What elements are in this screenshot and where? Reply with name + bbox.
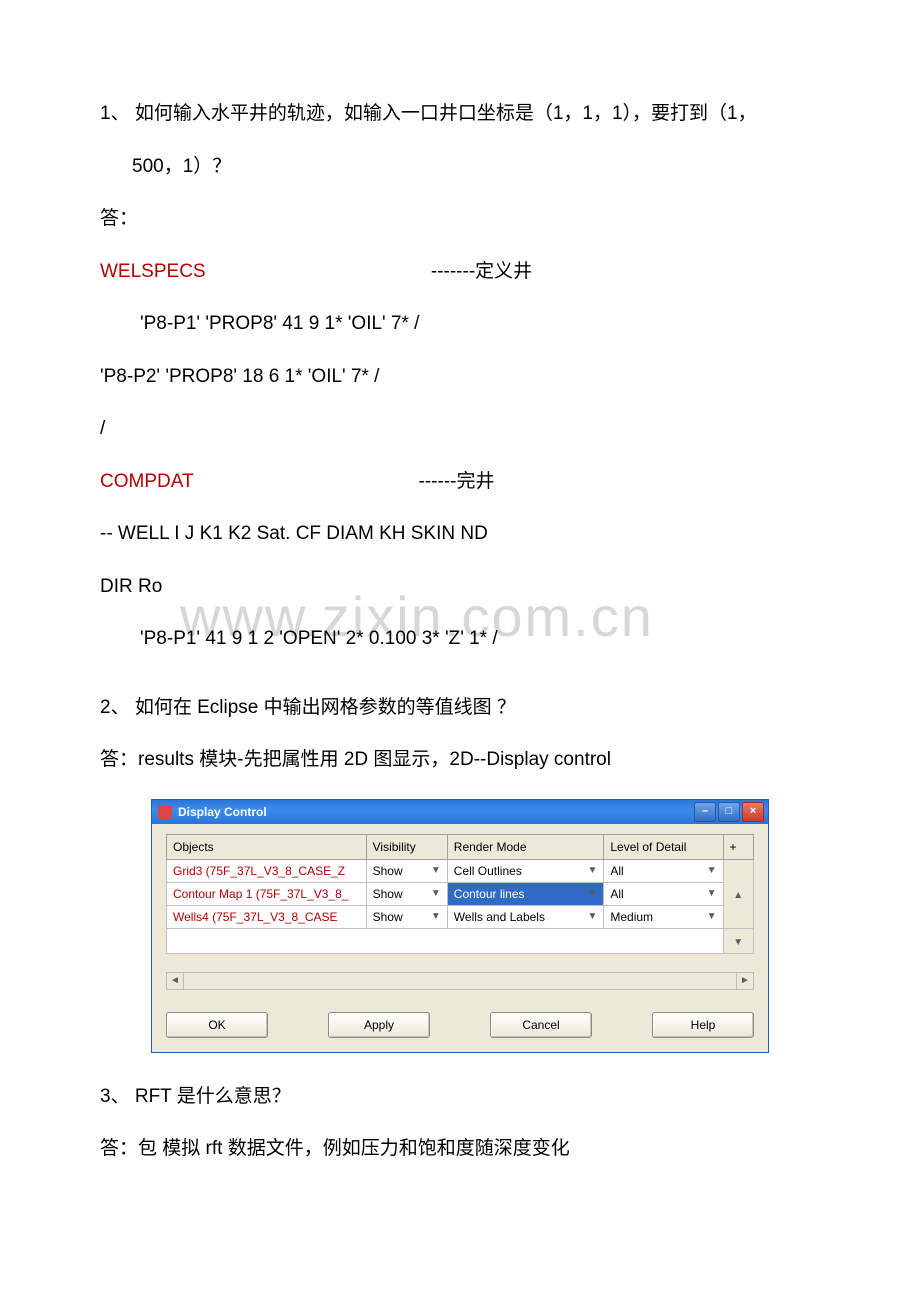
q2-question: 2、 如何在 Eclipse 中输出网格参数的等值线图 ？ <box>100 694 820 723</box>
dialog-title: Display Control <box>178 803 267 821</box>
col-visibility[interactable]: Visibility <box>373 840 416 854</box>
compdat-line: COMPDAT ------完井 <box>100 468 820 497</box>
chevron-down-icon[interactable]: ▼ <box>431 863 441 878</box>
table-row[interactable]: Grid3 (75F_37L_V3_8_CASE_Z Show▼ Cell Ou… <box>167 859 754 882</box>
col-render-mode[interactable]: Render Mode <box>454 840 527 854</box>
table-row[interactable]: Wells4 (75F_37L_V3_8_CASE Show▼ Wells an… <box>167 905 754 928</box>
col-level-of-detail[interactable]: Level of Detail <box>610 840 686 854</box>
cell-visibility[interactable]: Show▼ <box>366 859 447 882</box>
close-button[interactable]: × <box>742 802 764 822</box>
ok-button[interactable]: OK <box>166 1012 268 1038</box>
q1-line1: 1、 如何输入水平井的轨迹，如输入一口井口坐标是（1，1，1），要打到（1， <box>100 100 820 129</box>
welspecs-row2: 'P8-P2' 'PROP8' 18 6 1* 'OIL' 7* / <box>100 363 820 392</box>
welspecs-row1: 'P8-P1' 'PROP8' 41 9 1* 'OIL' 7* / <box>100 310 820 339</box>
table-row-empty: ▼ <box>167 928 754 953</box>
compdat-header2: DIR Ro <box>100 573 820 602</box>
scroll-right-icon[interactable]: ► <box>736 973 753 989</box>
apply-button[interactable]: Apply <box>328 1012 430 1038</box>
col-objects[interactable]: Objects <box>173 840 214 854</box>
q1-answer-label: 答： <box>100 205 820 234</box>
cancel-button[interactable]: Cancel <box>490 1012 592 1038</box>
chevron-down-icon[interactable]: ▼ <box>587 909 597 924</box>
chevron-down-icon[interactable]: ▼ <box>587 886 597 901</box>
cell-object[interactable]: Grid3 (75F_37L_V3_8_CASE_Z <box>167 859 367 882</box>
compdat-row1: 'P8-P1' 41 9 1 2 'OPEN' 2* 0.100 3* 'Z' … <box>100 625 820 654</box>
cell-lod[interactable]: All▼ <box>604 859 723 882</box>
q1-line2: 500，1）？ <box>100 153 820 182</box>
welspecs-slash: / <box>100 415 820 444</box>
compdat-comment: ------完井 <box>419 468 495 497</box>
add-column-icon[interactable]: + <box>730 840 737 854</box>
chevron-down-icon[interactable]: ▼ <box>707 909 717 924</box>
cell-visibility[interactable]: Show▼ <box>366 882 447 905</box>
display-grid: Objects Visibility Render Mode Level of … <box>166 834 754 990</box>
scroll-left-icon[interactable]: ◄ <box>167 973 184 989</box>
cell-render-selected[interactable]: Contour lines▼ <box>447 882 604 905</box>
q2-answer: 答：results 模块-先把属性用 2D 图显示，2D--Display co… <box>100 746 820 775</box>
cell-object[interactable]: Contour Map 1 (75F_37L_V3_8_ <box>167 882 367 905</box>
chevron-down-icon[interactable]: ▼ <box>707 886 717 901</box>
welspecs-comment: -------定义井 <box>431 258 532 287</box>
dialog-titlebar[interactable]: Display Control – □ × <box>152 800 768 824</box>
welspecs-keyword: WELSPECS <box>100 261 206 282</box>
compdat-keyword: COMPDAT <box>100 471 193 492</box>
compdat-header: -- WELL I J K1 K2 Sat. CF DIAM KH SKIN N… <box>100 520 820 549</box>
welspecs-line: WELSPECS -------定义井 <box>100 258 820 287</box>
vertical-scrollbar[interactable]: ▲ <box>723 859 753 928</box>
q3-question: 3、 RFT 是什么意思？ <box>100 1083 820 1112</box>
display-control-dialog: Display Control – □ × Objects Visibility… <box>151 799 769 1053</box>
cell-lod[interactable]: Medium▼ <box>604 905 723 928</box>
chevron-down-icon[interactable]: ▼ <box>707 863 717 878</box>
table-row[interactable]: Contour Map 1 (75F_37L_V3_8_ Show▼ Conto… <box>167 882 754 905</box>
dialog-app-icon <box>158 805 172 819</box>
chevron-down-icon[interactable]: ▼ <box>431 886 441 901</box>
help-button[interactable]: Help <box>652 1012 754 1038</box>
minimize-button[interactable]: – <box>694 802 716 822</box>
document-body: 1、 如何输入水平井的轨迹，如输入一口井口坐标是（1，1，1），要打到（1， 5… <box>100 100 820 1164</box>
cell-visibility[interactable]: Show▼ <box>366 905 447 928</box>
chevron-down-icon[interactable]: ▼ <box>431 909 441 924</box>
cell-lod[interactable]: All▼ <box>604 882 723 905</box>
horizontal-scrollbar[interactable]: ◄ ► <box>166 972 754 990</box>
cell-render[interactable]: Wells and Labels▼ <box>447 905 604 928</box>
q3-answer: 答：包 模拟 rft 数据文件，例如压力和饱和度随深度变化 <box>100 1135 820 1164</box>
chevron-down-icon[interactable]: ▼ <box>587 863 597 878</box>
scroll-down-icon[interactable]: ▼ <box>723 928 753 953</box>
maximize-button[interactable]: □ <box>718 802 740 822</box>
cell-render[interactable]: Cell Outlines▼ <box>447 859 604 882</box>
cell-object[interactable]: Wells4 (75F_37L_V3_8_CASE <box>167 905 367 928</box>
